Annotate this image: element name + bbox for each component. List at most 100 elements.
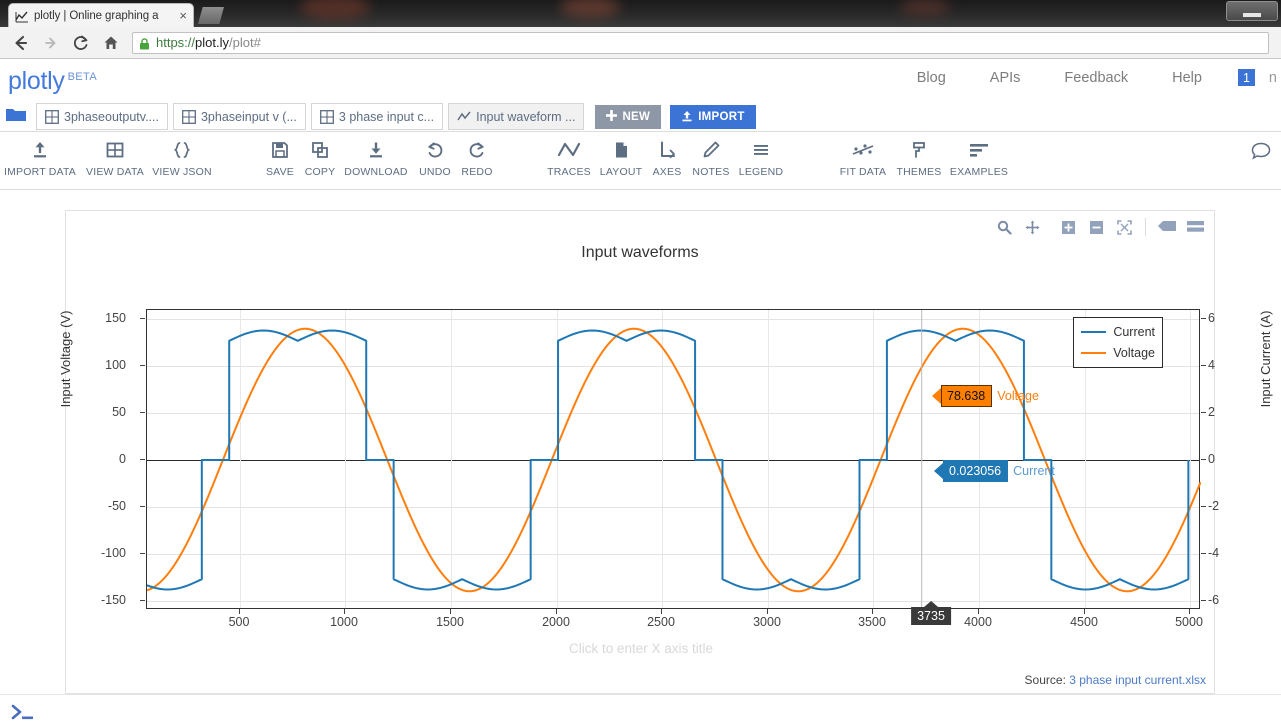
nav-link-truncated[interactable]: n: [1269, 70, 1281, 86]
editor-toolbar: IMPORT DATA VIEW DATA VIEW JSON SAVE COP…: [0, 132, 1281, 190]
y-tick-label: -50: [107, 499, 126, 513]
nav-link-feedback[interactable]: Feedback: [1042, 70, 1150, 86]
grid-icon: [104, 138, 126, 162]
legend-swatch-voltage: [1081, 351, 1107, 355]
pan-icon[interactable]: [1019, 215, 1045, 239]
y2-tick-mark: [1201, 459, 1206, 460]
tool-label: VIEW JSON: [152, 166, 212, 178]
redo-icon: [466, 138, 488, 162]
braces-icon: [171, 138, 193, 162]
file-tab-3[interactable]: Input waveform ...: [448, 103, 585, 130]
plot-legend[interactable]: Current Voltage: [1073, 317, 1163, 368]
file-tab-0[interactable]: 3phaseoutputv....: [36, 103, 168, 130]
y-tick-label: -100: [100, 546, 126, 560]
file-tab-1[interactable]: 3phaseinput v (...: [172, 103, 306, 130]
plot-modebar: [991, 215, 1208, 239]
back-button[interactable]: [6, 28, 36, 58]
file-tab-label: 3phaseinput v (...: [200, 109, 297, 124]
legend-row-current[interactable]: Current: [1081, 325, 1155, 339]
tool-import-data[interactable]: IMPORT DATA: [0, 138, 80, 178]
annotation-arrow-voltage: [932, 388, 941, 404]
y2-tick-mark: [1201, 318, 1206, 319]
tool-redo[interactable]: REDO: [437, 138, 517, 178]
x-hover-readout: 3735: [911, 607, 951, 625]
folder-icon[interactable]: [5, 106, 27, 123]
tool-label: THEMES: [896, 166, 942, 178]
source-file-link[interactable]: 3 phase input current.xlsx: [1069, 673, 1206, 687]
y-tick-label: -150: [100, 593, 126, 607]
tool-legend[interactable]: LEGEND: [721, 138, 801, 178]
lock-icon: [139, 37, 150, 49]
copy-icon: [309, 138, 331, 162]
grid-icon: [319, 109, 334, 124]
annotation-value-voltage: 78.638: [941, 385, 993, 407]
new-button[interactable]: NEW: [595, 105, 662, 129]
browser-tab[interactable]: plotly | Online graphing a ×: [8, 3, 194, 27]
header-nav: Blog APIs Feedback Help 1 n: [895, 69, 1281, 86]
browser-tab-title: plotly | Online graphing a: [34, 9, 159, 22]
x-tick-label: 5000: [1175, 615, 1203, 629]
tool-label: VIEW DATA: [86, 166, 144, 178]
y2-tick-mark: [1201, 412, 1206, 413]
chart-line-icon: [457, 110, 471, 124]
y2-axis-title[interactable]: Input Current (A): [1258, 259, 1273, 459]
reload-button[interactable]: [66, 28, 96, 58]
nav-link-help[interactable]: Help: [1150, 70, 1224, 86]
file-tab-2[interactable]: 3 phase input c...: [310, 103, 444, 130]
plotly-logo[interactable]: plotly BETA: [8, 67, 97, 96]
x-axis-title-placeholder[interactable]: Click to enter X axis title: [66, 641, 1216, 656]
zigzag-icon: [556, 138, 582, 162]
url-scheme: https://: [156, 35, 196, 50]
new-tab-button[interactable]: [198, 7, 224, 24]
chart-line-icon: [15, 10, 29, 22]
terminal-prompt-icon[interactable]: [10, 702, 36, 727]
tool-label: LEGEND: [738, 166, 784, 178]
nav-link-blog[interactable]: Blog: [895, 70, 968, 86]
close-icon[interactable]: ×: [179, 9, 187, 22]
plot-area[interactable]: [146, 309, 1201, 610]
autoscale-icon[interactable]: [1111, 215, 1137, 239]
tool-view-json[interactable]: VIEW JSON: [142, 138, 222, 178]
y2-tick-mark: [1201, 365, 1206, 366]
download-icon: [365, 138, 387, 162]
y-tick-mark: [140, 600, 145, 601]
source-prefix: Source:: [1024, 673, 1066, 687]
minimize-icon[interactable]: [1243, 13, 1261, 17]
address-bar[interactable]: https://plot.ly/plot#: [132, 31, 1269, 54]
legend-swatch-current: [1081, 330, 1107, 334]
grid-icon: [182, 109, 196, 124]
x-tick-label: 4500: [1070, 615, 1098, 629]
lines-icon: [750, 138, 772, 162]
y-tick-label: 0: [119, 452, 126, 466]
zoom-in-icon[interactable]: [1055, 215, 1081, 239]
home-button[interactable]: [96, 28, 126, 58]
zoom-out-icon[interactable]: [1083, 215, 1109, 239]
annotation-voltage[interactable]: 78.638 Voltage: [932, 385, 1039, 407]
notifications-badge[interactable]: 1: [1237, 69, 1255, 86]
tool-label: COPY: [304, 166, 336, 178]
forward-button[interactable]: [36, 28, 66, 58]
import-button-label: IMPORT: [698, 111, 745, 123]
annotation-value-current: 0.023056: [943, 460, 1009, 482]
beta-badge: BETA: [67, 70, 98, 83]
chart-title[interactable]: Input waveforms: [66, 244, 1214, 262]
titlebar-blob: [900, 0, 950, 16]
tool-examples[interactable]: EXAMPLES: [939, 138, 1019, 178]
window-controls[interactable]: [1226, 1, 1278, 21]
chat-bubble-icon[interactable]: [1251, 142, 1271, 165]
y2-tick-label: 6: [1208, 311, 1215, 325]
zoom-icon[interactable]: [991, 215, 1017, 239]
legend-label-voltage: Voltage: [1113, 346, 1155, 360]
y2-tick-label: 2: [1208, 405, 1215, 419]
hover-compare-icon[interactable]: [1154, 215, 1180, 239]
bars-icon: [967, 138, 991, 162]
tool-label: EXAMPLES: [949, 166, 1009, 178]
hover-closest-icon[interactable]: [1182, 215, 1208, 239]
nav-link-apis[interactable]: APIs: [968, 70, 1043, 86]
annotation-current[interactable]: 0.023056 Current: [934, 460, 1055, 482]
annotation-name-voltage: Voltage: [997, 389, 1039, 403]
y-tick-mark: [140, 506, 145, 507]
annotation-arrow-current: [934, 463, 943, 479]
import-button[interactable]: IMPORT: [670, 105, 756, 129]
legend-row-voltage[interactable]: Voltage: [1081, 346, 1155, 360]
